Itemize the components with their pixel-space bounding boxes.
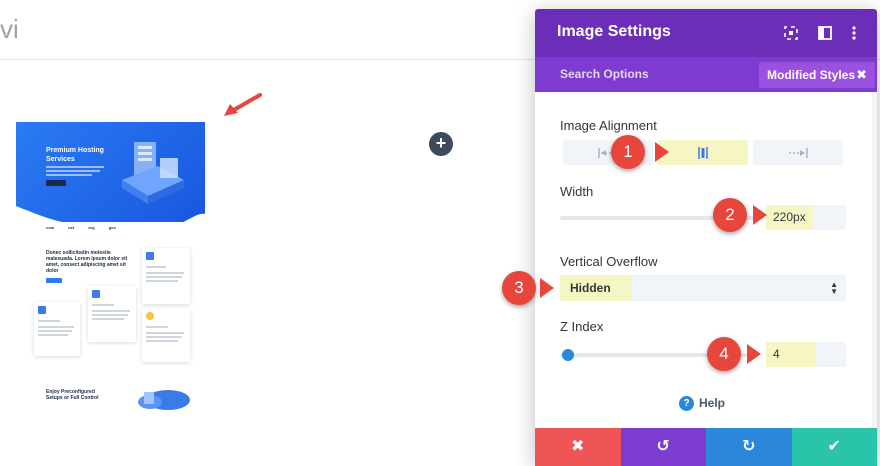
thumbnail-feature-card xyxy=(142,248,190,304)
thumbnail-logo: org xyxy=(88,225,95,230)
add-module-button[interactable]: + xyxy=(429,132,453,156)
layout-image-thumbnail[interactable]: Premium Hosting Services com net org gov xyxy=(16,122,206,410)
align-center-icon xyxy=(698,147,708,159)
thumbnail-logo: gov xyxy=(108,225,116,230)
logo-fragment: vi xyxy=(0,14,19,44)
thumbnail-cta-button xyxy=(46,278,62,283)
vertical-overflow-select[interactable]: Hidden ▲ ▼ xyxy=(560,275,846,301)
badge-number: 2 xyxy=(713,198,747,232)
image-settings-modal: Image Settings Search Options Modified S… xyxy=(535,9,877,466)
width-input[interactable]: 220px xyxy=(766,205,846,230)
modal-title: Image Settings xyxy=(557,23,671,40)
badge-pointer xyxy=(540,278,554,298)
align-right-icon xyxy=(789,148,808,158)
select-chevron-icon: ▲ ▼ xyxy=(830,280,838,296)
split-view-icon[interactable] xyxy=(816,24,834,42)
thumbnail-logo-row: com net org gov xyxy=(46,225,166,231)
modal-subbar: Search Options Modified Styles ✖ xyxy=(535,57,877,92)
more-vertical-icon[interactable] xyxy=(845,24,863,42)
lightbulb-icon xyxy=(146,312,154,320)
z-index-value: 4 xyxy=(766,342,816,367)
thumbnail-hero-wave xyxy=(16,206,205,222)
red-pointer-arrow-icon xyxy=(224,93,262,116)
thumbnail-bottom-title: Enjoy Preconfigured Setups or Full Contr… xyxy=(46,389,99,401)
z-index-label: Z Index xyxy=(560,319,604,334)
width-value: 220px xyxy=(766,205,813,230)
modified-styles-filter[interactable]: Modified Styles ✖ xyxy=(759,62,875,88)
vertical-overflow-label: Vertical Overflow xyxy=(560,254,658,269)
save-button[interactable]: ✔ xyxy=(791,428,877,466)
cancel-button[interactable]: ✖ xyxy=(535,428,621,466)
align-right-button[interactable] xyxy=(753,140,843,165)
badge-number: 1 xyxy=(611,135,645,169)
feature-card-icon xyxy=(92,290,100,298)
badge-number: 4 xyxy=(707,337,741,371)
thumbnail-logo: net xyxy=(68,225,75,230)
thumbnail-logo: com xyxy=(46,225,55,230)
redo-button[interactable]: ↻ xyxy=(706,428,792,466)
modal-header: Image Settings xyxy=(535,9,877,57)
thumbnail-feature-card xyxy=(142,308,190,362)
cloud-illustration-icon xyxy=(138,390,190,410)
badge-pointer xyxy=(753,205,767,225)
thumbnail-feature-card xyxy=(34,302,80,356)
vertical-overflow-value: Hidden xyxy=(560,275,632,301)
undo-button[interactable]: ↺ xyxy=(620,428,706,466)
z-index-slider-handle[interactable] xyxy=(562,349,574,361)
thumbnail-hero-text xyxy=(46,166,106,176)
help-icon: ? xyxy=(679,396,694,411)
badge-pointer xyxy=(747,344,761,364)
feature-card-icon xyxy=(38,306,46,314)
z-index-input[interactable]: 4 xyxy=(766,342,846,367)
page: vi e Premium Hosting Services xyxy=(0,0,880,466)
close-icon[interactable]: ✖ xyxy=(856,62,867,88)
thumbnail-feature-card xyxy=(88,286,136,342)
image-alignment-label: Image Alignment xyxy=(560,118,657,133)
modified-styles-label: Modified Styles xyxy=(767,68,856,82)
thumbnail-block-title: Donec sollicitudin molestie malesuada. L… xyxy=(46,250,128,274)
focus-icon[interactable] xyxy=(782,24,800,42)
feature-card-icon xyxy=(146,252,154,260)
modal-scrollbar[interactable] xyxy=(872,92,877,428)
modal-footer: ✖ ↺ ↻ ✔ xyxy=(535,428,877,466)
thumbnail-hero: Premium Hosting Services xyxy=(16,122,205,222)
width-label: Width xyxy=(560,184,594,199)
help-label: Help xyxy=(699,396,726,410)
badge-pointer xyxy=(655,142,669,162)
align-center-button[interactable] xyxy=(658,140,748,165)
image-alignment-control xyxy=(563,140,843,165)
search-options-button[interactable]: Search Options xyxy=(560,67,649,81)
badge-number: 3 xyxy=(502,271,536,305)
